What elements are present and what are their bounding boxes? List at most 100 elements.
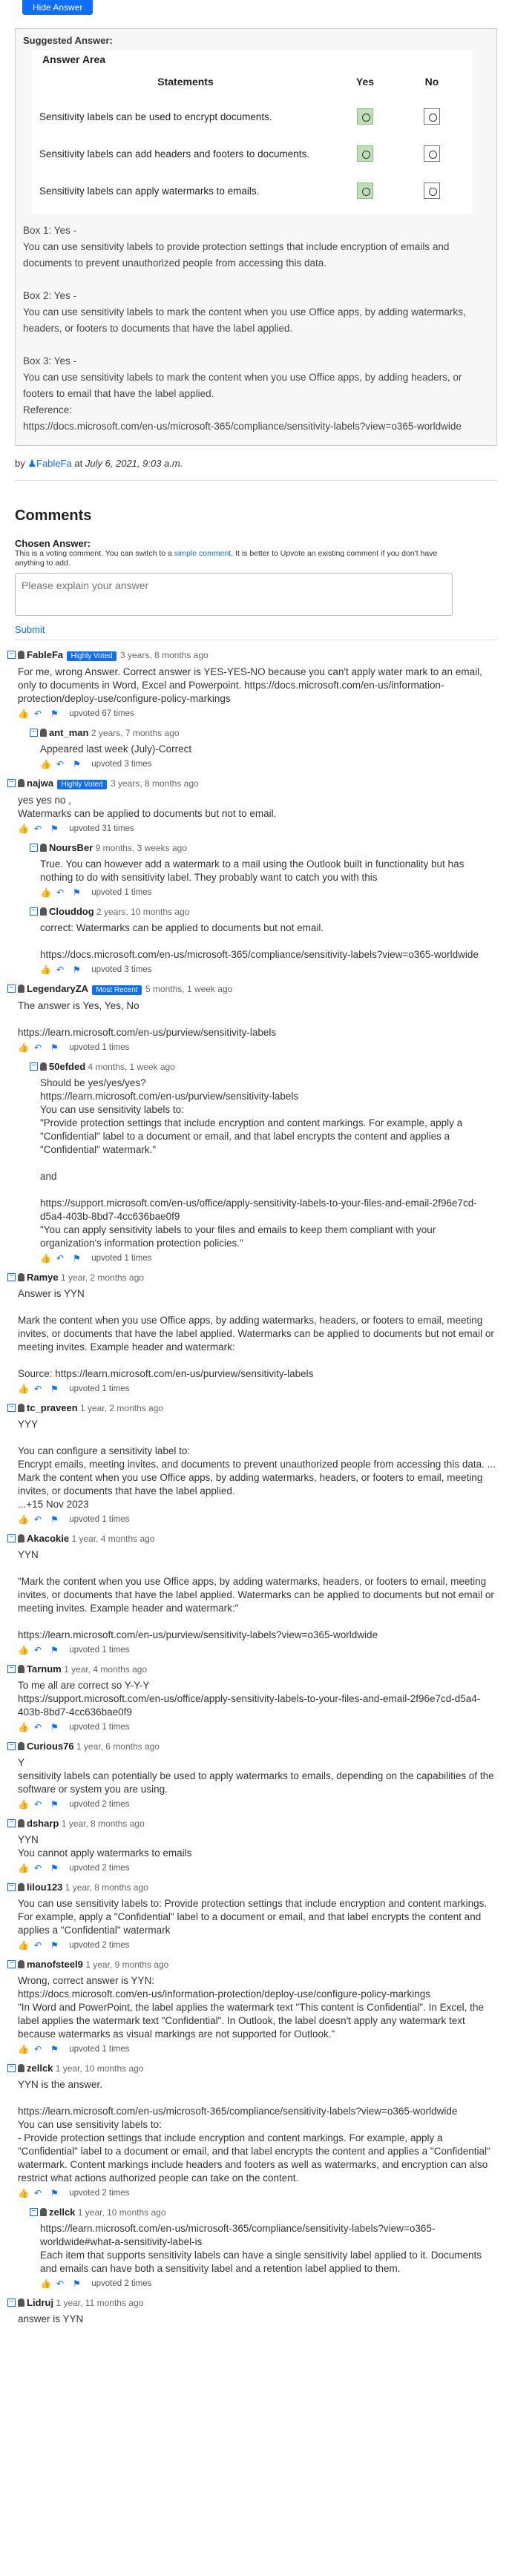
flag-icon[interactable]: ⚑ [73,2279,82,2288]
reply-icon[interactable]: ↶ [34,824,44,833]
reply-icon[interactable]: ↶ [34,1864,44,1873]
reply-icon[interactable]: ↶ [34,1384,44,1393]
upvote-icon[interactable]: 👍 [40,1254,51,1263]
comment-user[interactable]: zellck [27,2063,53,2074]
reply-icon[interactable]: ↶ [34,709,44,718]
collapse-icon[interactable]: − [7,779,16,787]
byline-user-link[interactable]: FableFa [36,458,72,469]
reply-icon[interactable]: ↶ [34,1646,44,1655]
collapse-icon[interactable]: − [30,907,38,916]
flag-icon[interactable]: ⚑ [50,1646,60,1655]
reply-icon[interactable]: ↶ [34,1941,44,1950]
simple-comment-link[interactable]: simple comment [174,549,231,558]
flag-icon[interactable]: ⚑ [50,2189,60,2198]
comment-user[interactable]: Ramye [27,1272,59,1283]
reply-icon[interactable]: ↶ [34,2045,44,2054]
upvote-icon[interactable]: 👍 [18,709,29,718]
flag-icon[interactable]: ⚑ [50,1941,60,1950]
flag-icon[interactable]: ⚑ [73,888,82,897]
reply-icon[interactable]: ↶ [34,1723,44,1732]
flag-icon[interactable]: ⚑ [73,965,82,974]
reply-icon[interactable]: ↶ [56,2279,66,2288]
reply-icon[interactable]: ↶ [34,1515,44,1524]
collapse-icon[interactable]: − [30,729,38,737]
collapse-icon[interactable]: − [7,1819,16,1827]
upvote-icon[interactable]: 👍 [18,2045,29,2054]
no-radio[interactable] [424,145,440,162]
upvote-icon[interactable]: 👍 [18,2189,29,2198]
flag-icon[interactable]: ⚑ [50,1515,60,1524]
no-radio[interactable] [424,183,440,199]
reply-icon[interactable]: ↶ [56,888,66,897]
flag-icon[interactable]: ⚑ [50,824,60,833]
upvote-icon[interactable]: 👍 [18,1723,29,1732]
flag-icon[interactable]: ⚑ [50,1800,60,1809]
upvote-icon[interactable]: 👍 [40,965,51,974]
upvote-icon[interactable]: 👍 [18,1646,29,1655]
upvote-icon[interactable]: 👍 [18,1800,29,1809]
collapse-icon[interactable]: − [7,985,16,993]
yes-radio[interactable] [357,145,373,162]
flag-icon[interactable]: ⚑ [50,1043,60,1052]
reference-url[interactable]: https://docs.microsoft.com/en-us/microso… [23,418,489,435]
flag-icon[interactable]: ⚑ [73,760,82,769]
collapse-icon[interactable]: − [7,1742,16,1750]
hide-answer-button[interactable]: Hide Answer [22,0,93,15]
collapse-icon[interactable]: − [7,1273,16,1281]
submit-button[interactable]: Submit [15,624,497,635]
flag-icon[interactable]: ⚑ [50,1384,60,1393]
comment-user[interactable]: tc_praveen [27,1402,78,1413]
upvote-icon[interactable]: 👍 [40,760,51,769]
no-radio[interactable] [424,108,440,125]
collapse-icon[interactable]: − [7,1960,16,1968]
upvote-icon[interactable]: 👍 [18,1941,29,1950]
collapse-icon[interactable]: − [7,1534,16,1542]
flag-icon[interactable]: ⚑ [73,1254,82,1263]
yes-radio[interactable] [357,108,373,125]
reply-icon[interactable]: ↶ [56,760,66,769]
reply-icon[interactable]: ↶ [56,965,66,974]
col-statements: Statements [157,76,214,88]
collapse-icon[interactable]: − [7,1883,16,1891]
comment-user[interactable]: Clouddog [49,906,94,917]
flag-icon[interactable]: ⚑ [50,1723,60,1732]
comment-user[interactable]: 50efded [49,1061,85,1072]
reply-icon[interactable]: ↶ [34,2189,44,2198]
reply-icon[interactable]: ↶ [56,1254,66,1263]
collapse-icon[interactable]: − [7,651,16,659]
upvote-icon[interactable]: 👍 [18,1043,29,1052]
comment-user[interactable]: ant_man [49,727,88,738]
comment-user[interactable]: lilou123 [27,1882,62,1893]
comment-user[interactable]: najwa [27,778,53,789]
upvote-icon[interactable]: 👍 [18,1384,29,1393]
collapse-icon[interactable]: − [7,2064,16,2072]
upvote-icon[interactable]: 👍 [18,1515,29,1524]
collapse-icon[interactable]: − [7,1665,16,1673]
comment-user[interactable]: NoursBer [49,842,93,853]
comment-user[interactable]: Akacokie [27,1533,69,1544]
comment-user[interactable]: manofsteel9 [27,1959,83,1970]
flag-icon[interactable]: ⚑ [50,709,60,718]
reply-icon[interactable]: ↶ [34,1800,44,1809]
collapse-icon[interactable]: − [7,1404,16,1412]
upvote-icon[interactable]: 👍 [40,2279,51,2288]
collapse-icon[interactable]: − [30,1062,38,1071]
flag-icon[interactable]: ⚑ [50,1864,60,1873]
upvote-icon[interactable]: 👍 [40,888,51,897]
comment-user[interactable]: Tarnum [27,1663,62,1675]
comment-user[interactable]: LegendaryZA [27,983,88,994]
explain-answer-input[interactable] [15,573,453,616]
comment-user[interactable]: zellck [49,2207,75,2218]
reply-icon[interactable]: ↶ [34,1043,44,1052]
upvote-icon[interactable]: 👍 [18,1864,29,1873]
upvote-icon[interactable]: 👍 [18,824,29,833]
comment-user[interactable]: FableFa [27,649,63,660]
yes-radio[interactable] [357,183,373,199]
comment-user[interactable]: Lidruj [27,2297,53,2308]
collapse-icon[interactable]: − [30,2208,38,2216]
comment-user[interactable]: Curious76 [27,1741,74,1752]
flag-icon[interactable]: ⚑ [50,2045,60,2054]
collapse-icon[interactable]: − [30,844,38,852]
comment-user[interactable]: dsharp [27,1818,59,1829]
collapse-icon[interactable]: − [7,2299,16,2307]
